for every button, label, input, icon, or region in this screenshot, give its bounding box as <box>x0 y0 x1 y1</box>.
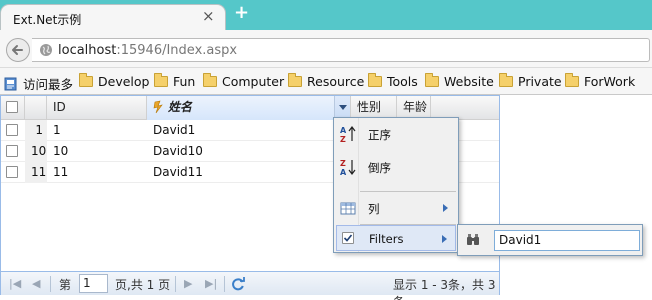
header-select-all[interactable] <box>1 96 25 120</box>
bookmark-label: Private <box>518 74 562 89</box>
select-all-checkbox[interactable] <box>6 101 18 113</box>
cell-name: David1 <box>153 123 196 137</box>
folder-icon <box>203 73 217 87</box>
address-bar[interactable]: localhost:15946/Index.aspx <box>32 38 650 62</box>
bookmark-label: ForWork <box>584 74 636 89</box>
cell-name: David10 <box>153 144 203 158</box>
submenu-arrow-icon <box>443 204 448 212</box>
page-total: 页,共 1 页 <box>115 278 171 292</box>
bookmark-page-icon <box>4 77 17 91</box>
row-number: 10 <box>25 141 47 162</box>
tab-title: Ext.Net示例 <box>13 13 82 27</box>
globe-icon <box>40 44 52 56</box>
checkmark-icon <box>343 234 353 242</box>
filter-submenu: David1 <box>457 224 643 256</box>
filter-active-icon <box>153 100 163 114</box>
row-checkbox[interactable] <box>6 145 18 157</box>
browser-tab-strip: Ext.Net示例 × + <box>0 0 652 31</box>
bookmark-computer[interactable]: Computer <box>203 73 285 90</box>
header-name-label: 姓名 <box>168 100 193 114</box>
filter-value-input[interactable]: David1 <box>494 230 640 251</box>
bookmark-forwork[interactable]: ForWork <box>565 73 636 90</box>
new-tab-icon[interactable]: + <box>234 4 249 22</box>
svg-text:Z: Z <box>340 159 346 168</box>
bookmark-resource[interactable]: Resource <box>288 73 365 90</box>
bookmark-label: Develop <box>98 74 150 89</box>
row-number: 11 <box>25 162 47 183</box>
bookmark-label: Computer <box>222 74 285 89</box>
submenu-arrow-icon <box>442 235 447 243</box>
menu-item-sort-ascending[interactable]: A Z 正序 <box>336 121 456 147</box>
row-checkbox[interactable] <box>6 124 18 136</box>
filters-checkbox[interactable] <box>342 232 354 244</box>
bookmarks-bar: 访问最多 Develop Fun Computer Resource Tools… <box>0 68 652 95</box>
folder-icon <box>565 73 579 87</box>
sort-ascending-icon: A Z <box>340 126 356 143</box>
bookmark-label: Resource <box>307 74 365 89</box>
folder-icon <box>499 73 513 87</box>
cell-id: 10 <box>53 144 69 158</box>
browser-tab[interactable]: Ext.Net示例 × <box>0 4 226 31</box>
svg-text:A: A <box>340 126 347 135</box>
bookmark-fun[interactable]: Fun <box>154 73 196 90</box>
header-row-number <box>25 96 47 120</box>
svg-text:Z: Z <box>340 135 346 143</box>
last-page-icon[interactable]: ▶| <box>205 278 217 289</box>
bookmark-label: 访问最多 <box>23 77 74 92</box>
folder-icon <box>288 73 302 87</box>
menu-item-label: 正序 <box>368 128 391 142</box>
header-id[interactable]: ID <box>47 96 147 120</box>
bookmark-tools[interactable]: Tools <box>368 73 418 90</box>
chevron-down-icon <box>339 105 347 110</box>
refresh-icon[interactable] <box>230 276 246 292</box>
bookmark-develop[interactable]: Develop <box>79 73 150 90</box>
menu-item-sort-descending[interactable]: Z A 倒序 <box>336 154 456 180</box>
column-header-menu: A Z 正序 Z A 倒序 列 Filters <box>333 117 459 253</box>
folder-icon <box>368 73 382 87</box>
folder-icon <box>79 73 93 87</box>
header-name[interactable]: 姓名 <box>147 96 351 120</box>
menu-item-label: 列 <box>368 202 380 216</box>
url-path: :15946/Index.aspx <box>116 43 238 58</box>
menu-item-label: Filters <box>369 232 404 246</box>
cell-id: 1 <box>53 123 61 137</box>
toolbar-separator <box>50 276 51 292</box>
tab-close-icon[interactable]: × <box>202 9 215 24</box>
cell-name: David11 <box>153 165 203 179</box>
back-button[interactable] <box>6 38 30 62</box>
page-prefix: 第 <box>59 278 72 292</box>
back-arrow-icon <box>12 45 23 55</box>
columns-icon <box>340 202 356 215</box>
first-page-icon[interactable]: |◀ <box>9 278 21 289</box>
bookmark-private[interactable]: Private <box>499 73 562 90</box>
next-page-icon[interactable]: ▶ <box>184 278 192 289</box>
url-text: localhost:15946/Index.aspx <box>58 43 237 58</box>
menu-separator <box>360 191 456 192</box>
toolbar-separator <box>175 276 176 292</box>
row-checkbox[interactable] <box>6 166 18 178</box>
navigation-bar: localhost:15946/Index.aspx <box>0 30 652 68</box>
bookmark-label: Fun <box>173 74 196 89</box>
sort-descending-icon: Z A <box>340 159 356 176</box>
svg-text:A: A <box>340 168 347 176</box>
folder-icon <box>154 73 168 87</box>
row-number: 1 <box>25 120 47 141</box>
menu-item-label: 倒序 <box>368 161 391 175</box>
url-host: localhost <box>58 43 117 58</box>
cell-id: 11 <box>53 165 69 179</box>
menu-item-columns[interactable]: 列 <box>336 195 456 221</box>
folder-icon <box>425 73 439 87</box>
toolbar-separator <box>224 276 225 292</box>
paging-summary: 显示 1 - 3条，共 3 条 <box>393 278 496 300</box>
binoculars-icon <box>467 234 479 245</box>
page-number-input[interactable]: 1 <box>79 274 108 293</box>
bookmark-most-visited[interactable]: 访问最多 <box>4 74 74 92</box>
paging-toolbar: |◀ ◀ 第 1 页,共 1 页 ▶ ▶| 显示 1 - 3条，共 3 条 <box>1 271 499 300</box>
prev-page-icon[interactable]: ◀ <box>32 278 40 289</box>
bookmark-website[interactable]: Website <box>425 73 494 90</box>
bookmark-label: Website <box>444 74 494 89</box>
menu-item-filters[interactable]: Filters <box>336 225 456 251</box>
bookmark-label: Tools <box>387 74 418 89</box>
